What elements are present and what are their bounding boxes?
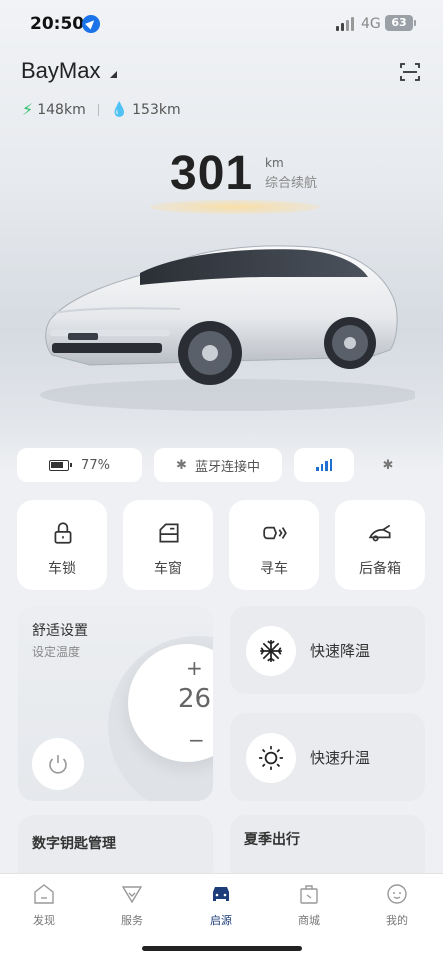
sun-icon <box>259 746 283 770</box>
home-indicator[interactable] <box>142 946 302 951</box>
comfort-subtitle: 设定温度 <box>32 645 81 659</box>
status-bar: 20:50 4G 63 <box>0 0 443 50</box>
tab-mine[interactable]: 我的 <box>367 882 427 928</box>
signal-chip[interactable] <box>294 448 354 482</box>
fuel-drop-icon: 💧 <box>110 101 129 118</box>
temperature-increase-button[interactable]: + <box>186 656 203 680</box>
total-range-unit: km <box>265 156 284 170</box>
power-icon <box>49 755 67 774</box>
lock-button[interactable]: 车锁 <box>17 500 107 590</box>
temperature-decrease-button[interactable]: − <box>188 728 205 752</box>
trunk-label: 后备箱 <box>359 561 401 577</box>
comfort-title: 舒适设置 <box>32 623 88 639</box>
tab-mall-label: 商城 <box>298 914 320 927</box>
discover-icon <box>34 884 54 904</box>
cell-signal-icon <box>336 17 354 31</box>
window-button[interactable]: 车窗 <box>123 500 213 590</box>
lock-label: 车锁 <box>48 561 76 577</box>
battery-indicator: 63 <box>385 15 416 31</box>
range-divider <box>97 103 99 116</box>
quick-heat-label: 快速升温 <box>310 749 371 767</box>
tab-service-label: 服务 <box>121 914 143 927</box>
temperature-value: 26 <box>178 684 212 714</box>
mall-icon <box>300 885 318 904</box>
find-car-button[interactable]: 寻车 <box>229 500 319 590</box>
profile-icon <box>387 884 407 904</box>
fuel-range: 153km <box>132 101 181 118</box>
tab-discover[interactable]: 发现 <box>14 882 74 928</box>
find-car-label: 寻车 <box>260 561 288 577</box>
bluetooth-status: 蓝牙连接中 <box>194 459 260 475</box>
quick-heat-card[interactable]: 快速升温 <box>230 713 425 801</box>
electric-range: 148km <box>37 101 86 118</box>
total-range-label: 综合续航 <box>265 176 318 191</box>
bluetooth-small-icon: ✱ <box>382 457 394 473</box>
quick-cool-label: 快速降温 <box>310 642 371 660</box>
location-arrow-icon <box>82 15 100 33</box>
battery-percent: 77% <box>81 457 110 473</box>
window-icon <box>159 523 179 543</box>
sun-icon-wrap <box>246 733 296 783</box>
snowflake-icon <box>260 640 282 662</box>
window-label: 车窗 <box>154 561 182 577</box>
network-type: 4G <box>361 16 381 32</box>
vehicle-switch-caret-icon[interactable] <box>110 71 117 78</box>
service-icon <box>121 886 143 904</box>
find-car-icon <box>263 526 287 540</box>
digital-key-title: 数字钥匙管理 <box>32 836 116 852</box>
tab-service[interactable]: 服务 <box>102 882 162 928</box>
lock-icon <box>54 522 72 544</box>
tab-discover-label: 发现 <box>33 914 55 927</box>
total-range-value: 301 <box>170 147 254 200</box>
bluetooth-toggle[interactable]: ✱ <box>362 448 414 482</box>
vehicle-name[interactable]: BayMax <box>21 58 100 84</box>
status-time: 20:50 <box>30 14 85 34</box>
signal-bars-icon <box>316 459 332 471</box>
tab-qiyuan[interactable]: 启源 <box>191 882 251 928</box>
comfort-settings-card: 舒适设置 设定温度 + 26 − <box>18 606 213 801</box>
battery-chip: 77% <box>17 448 142 482</box>
battery-icon <box>49 459 73 471</box>
range-row: ⚡ 148km 💧 153km <box>22 100 181 119</box>
tab-mine-label: 我的 <box>386 914 408 927</box>
electric-bolt-icon: ⚡ <box>22 100 34 119</box>
car-image <box>40 245 415 411</box>
scan-icon[interactable] <box>398 60 422 84</box>
climate-power-button[interactable] <box>32 738 84 790</box>
tab-qiyuan-label: 启源 <box>210 914 232 927</box>
trunk-icon <box>368 524 391 542</box>
tab-mall[interactable]: 商城 <box>279 882 339 928</box>
bluetooth-chip[interactable]: ✱ 蓝牙连接中 <box>154 448 282 482</box>
trunk-button[interactable]: 后备箱 <box>335 500 425 590</box>
summer-trip-title: 夏季出行 <box>244 832 300 848</box>
range-glow <box>150 200 320 214</box>
car-tab-icon <box>213 887 229 901</box>
bluetooth-icon: ✱ <box>176 457 187 473</box>
snowflake-icon-wrap <box>246 626 296 676</box>
quick-cool-card[interactable]: 快速降温 <box>230 606 425 694</box>
